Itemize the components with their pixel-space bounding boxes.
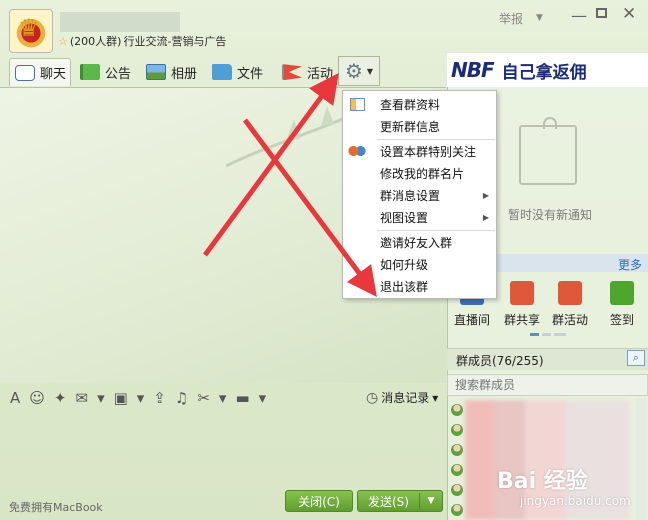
tab-announcement[interactable]: 公告	[80, 58, 131, 86]
close-icon[interactable]: ✕	[622, 4, 636, 24]
menu-item-view-settings-label: 视图设置	[380, 211, 429, 225]
tab-activity-label: 活动	[307, 66, 334, 82]
baidu-watermark-url: jingyan.baidu.com	[520, 494, 631, 508]
member-avatar-icon	[451, 444, 463, 456]
menu-divider	[377, 230, 495, 231]
message-input[interactable]	[0, 412, 446, 488]
app-sign-in[interactable]: 签到	[602, 281, 642, 328]
maximize-icon[interactable]	[596, 8, 607, 18]
message-history-label: 消息记录	[381, 391, 430, 405]
menu-item-how-to-upgrade[interactable]: 如何升级	[380, 254, 495, 276]
clock-icon: ◷	[366, 389, 379, 406]
ad-banner[interactable]: NBF 自己拿返佣	[447, 53, 648, 87]
member-list-scrollbar[interactable]	[636, 398, 646, 520]
report-dropdown-icon[interactable]: ▼	[536, 13, 543, 23]
app-sign-in-label: 签到	[609, 313, 634, 327]
tab-album[interactable]: 相册	[146, 58, 197, 86]
more-apps-link[interactable]: 更多	[618, 256, 642, 273]
font-icon[interactable]: A	[10, 390, 20, 406]
baidu-watermark-logo: Bai 经验	[497, 469, 588, 494]
tab-activity[interactable]: 活动	[282, 58, 333, 86]
tab-announcement-label: 公告	[105, 66, 132, 82]
tab-files[interactable]: 文件	[212, 58, 263, 86]
app-live-room-label: 直播间	[453, 313, 490, 327]
member-avatar-icon	[451, 424, 463, 436]
message-history-button[interactable]: ◷ 消息记录 ▾	[366, 389, 438, 406]
minimize-icon[interactable]: —	[571, 6, 587, 25]
gift-bag-icon[interactable]: ✉	[75, 390, 88, 406]
screenshot-dropdown-icon[interactable]: ▾	[219, 390, 227, 406]
member-avatar-icon	[451, 484, 463, 496]
star-icon: ☆	[58, 34, 68, 48]
member-search-input[interactable]	[447, 374, 648, 396]
tab-chat-label: 聊天	[40, 67, 67, 82]
gear-icon: ⚙	[344, 59, 363, 83]
menu-item-message-settings[interactable]: 群消息设置 ▶	[380, 185, 495, 207]
folder-icon	[212, 64, 232, 80]
send-button-group: 发送(S) ▼	[357, 490, 443, 512]
group-title-redacted	[60, 12, 180, 32]
app-group-share[interactable]: 群共享	[502, 281, 542, 328]
report-button[interactable]: 举报	[499, 10, 523, 27]
send-options-dropdown-icon[interactable]: ▼	[420, 496, 442, 506]
menu-item-edit-group-card[interactable]: 修改我的群名片	[380, 163, 495, 185]
menu-item-update-group-info[interactable]: 更新群信息	[380, 116, 495, 138]
chat-icon	[15, 64, 35, 81]
crown-icon: ♛	[18, 14, 40, 42]
group-settings-menu: 查看群资料 更新群信息 设置本群特别关注 修改我的群名片 群消息设置 ▶ 视图设…	[342, 90, 497, 299]
search-icon[interactable]: ⌕	[627, 350, 645, 366]
ad-slogan: 自己拿返佣	[501, 62, 587, 83]
tab-files-label: 文件	[237, 66, 264, 82]
group-name: 行业交流-营销与广告	[123, 35, 227, 48]
flag-icon	[80, 64, 100, 80]
image-icon[interactable]: ▣	[114, 390, 128, 406]
submenu-arrow-icon: ▶	[482, 191, 489, 200]
gift-dropdown-icon[interactable]: ▾	[97, 390, 105, 406]
upload-icon[interactable]: ⇪	[153, 390, 166, 406]
footer-ad-link[interactable]: 免费拥有MacBook	[9, 499, 103, 515]
ad-logo: NBF	[451, 58, 495, 82]
magic-effect-icon[interactable]: ✦	[54, 390, 67, 406]
more-tools-icon[interactable]: ▬	[235, 390, 249, 406]
send-button[interactable]: 发送(S)	[358, 492, 420, 510]
member-count: (200人群)	[69, 35, 122, 48]
app-group-activity[interactable]: 群活动	[550, 281, 590, 328]
member-avatar-icon	[451, 504, 463, 516]
menu-item-view-group-info[interactable]: 查看群资料	[380, 94, 495, 116]
special-follow-icon	[348, 145, 366, 157]
photo-icon	[146, 64, 166, 80]
menu-item-special-follow[interactable]: 设置本群特别关注	[380, 141, 495, 163]
history-dropdown-icon: ▾	[432, 390, 439, 405]
more-tools-dropdown-icon[interactable]: ▾	[259, 390, 267, 406]
member-avatar-icon	[451, 464, 463, 476]
red-flag-icon	[282, 64, 302, 80]
group-info-icon	[350, 98, 365, 111]
emoji-icon[interactable]: ☺	[29, 390, 45, 406]
empty-notice-text: 暂时没有新通知	[508, 208, 593, 222]
menu-item-quit-group[interactable]: 退出该群	[380, 276, 495, 298]
menu-item-invite-friends[interactable]: 邀请好友入群	[380, 232, 495, 254]
tab-chat[interactable]: 聊天	[9, 58, 71, 86]
screenshot-icon[interactable]: ✂	[197, 390, 210, 406]
group-activity-icon	[558, 281, 582, 305]
close-chat-button[interactable]: 关闭(C)	[285, 490, 353, 512]
notice-board-icon	[519, 117, 577, 185]
group-info-line: ☆ (200人群) 行业交流-营销与广告	[58, 33, 226, 49]
app-group-activity-label: 群活动	[551, 313, 588, 327]
member-avatar-icon	[451, 404, 463, 416]
menu-item-message-settings-label: 群消息设置	[380, 189, 441, 203]
settings-menu-button[interactable]: ⚙ ▼	[338, 56, 380, 86]
sign-in-check-icon	[610, 281, 634, 305]
image-dropdown-icon[interactable]: ▾	[137, 390, 145, 406]
submenu-arrow-icon: ▶	[482, 213, 489, 222]
menu-item-view-settings[interactable]: 视图设置 ▶	[380, 207, 495, 229]
apps-pager-dots[interactable]	[530, 333, 566, 336]
chevron-down-icon: ▼	[366, 66, 374, 76]
members-title: 群成员(76/255)	[456, 354, 544, 368]
tab-album-label: 相册	[171, 66, 198, 82]
group-share-icon	[510, 281, 534, 305]
menu-divider	[377, 139, 495, 140]
music-icon[interactable]: ♫	[175, 390, 188, 406]
app-group-share-label: 群共享	[503, 313, 540, 327]
